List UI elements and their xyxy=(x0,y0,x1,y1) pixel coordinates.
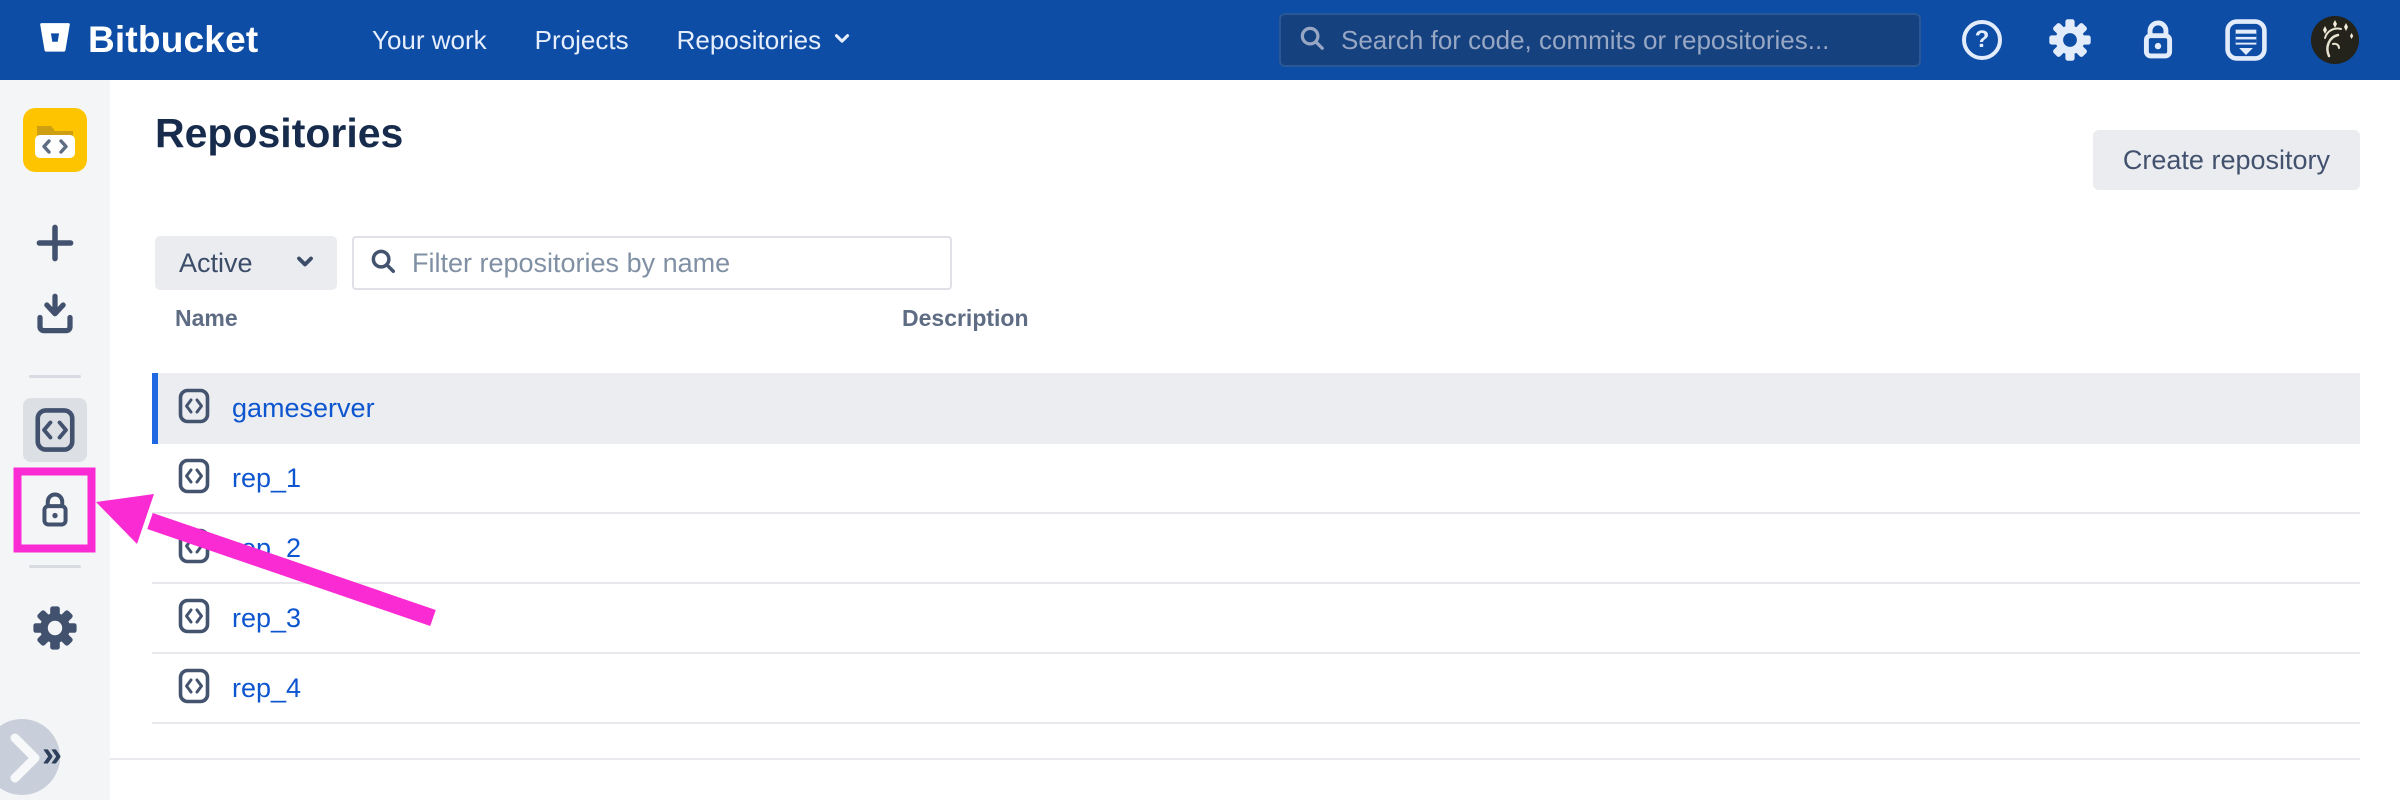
gear-icon xyxy=(31,604,79,652)
primary-nav: Your work Projects Repositories xyxy=(372,0,853,80)
page-title: Repositories xyxy=(155,110,403,157)
brand-name: Bitbucket xyxy=(88,19,258,61)
expand-chevron-icon[interactable] xyxy=(6,730,46,786)
code-icon xyxy=(32,407,78,453)
bitbucket-bucket-icon xyxy=(36,19,74,62)
help-icon[interactable]: ? xyxy=(1959,17,2005,63)
repo-table: gameserver rep_1 rep_2 xyxy=(152,373,2360,724)
content-bottom-divider xyxy=(110,758,2360,760)
status-filter-value: Active xyxy=(179,248,293,279)
search-icon xyxy=(368,246,398,281)
table-row[interactable]: rep_1 xyxy=(152,444,2360,514)
repo-filter-input[interactable] xyxy=(412,248,936,279)
main-content: Repositories Create repository Active Na… xyxy=(110,80,2400,800)
project-avatar[interactable] xyxy=(23,108,87,172)
repo-icon xyxy=(178,458,210,499)
topbar-icon-group: ? xyxy=(1959,0,2359,80)
sidebar: » xyxy=(0,80,110,800)
repo-filter[interactable] xyxy=(352,236,952,290)
table-row[interactable]: rep_2 xyxy=(152,514,2360,584)
global-search[interactable] xyxy=(1279,13,1921,67)
repo-icon xyxy=(178,598,210,639)
repo-link[interactable]: rep_3 xyxy=(232,603,301,634)
user-avatar[interactable] xyxy=(2311,16,2359,64)
clone-download-button[interactable] xyxy=(23,283,87,347)
top-navigation-bar: Bitbucket Your work Projects Repositorie… xyxy=(0,0,2400,80)
nav-projects[interactable]: Projects xyxy=(535,25,629,56)
chevron-down-icon xyxy=(831,25,853,56)
sidebar-item-security-lock[interactable] xyxy=(23,478,87,542)
bitbucket-logo[interactable]: Bitbucket xyxy=(36,0,258,80)
repo-icon xyxy=(178,668,210,709)
feedback-icon[interactable] xyxy=(2223,17,2269,63)
search-icon xyxy=(1297,23,1327,58)
column-header-description: Description xyxy=(902,305,1029,332)
table-row[interactable]: rep_4 xyxy=(152,654,2360,724)
column-header-name: Name xyxy=(175,305,238,332)
repo-link[interactable]: rep_4 xyxy=(232,673,301,704)
sidebar-item-repositories[interactable] xyxy=(23,398,87,462)
sidebar-divider xyxy=(29,375,81,378)
table-row[interactable]: gameserver xyxy=(152,373,2360,444)
global-search-input[interactable] xyxy=(1341,25,1903,56)
repo-link[interactable]: rep_2 xyxy=(232,533,301,564)
table-row[interactable]: rep_3 xyxy=(152,584,2360,654)
repo-icon xyxy=(178,528,210,569)
create-repository-button[interactable]: Create repository xyxy=(2093,130,2360,190)
repo-icon xyxy=(178,388,210,429)
sidebar-divider xyxy=(29,565,81,568)
repo-link[interactable]: gameserver xyxy=(232,393,375,424)
table-header: Name Description xyxy=(110,305,2360,345)
nav-repositories[interactable]: Repositories xyxy=(677,25,854,56)
status-filter-dropdown[interactable]: Active xyxy=(155,236,337,290)
chevron-down-icon xyxy=(293,249,317,278)
double-chevron-icon[interactable]: » xyxy=(42,736,62,772)
repo-link[interactable]: rep_1 xyxy=(232,463,301,494)
settings-gear-icon[interactable] xyxy=(2047,17,2093,63)
lock-icon[interactable] xyxy=(2135,17,2181,63)
lock-icon xyxy=(35,490,75,530)
sidebar-settings-gear[interactable] xyxy=(23,596,87,660)
create-plus-button[interactable] xyxy=(23,211,87,275)
nav-your-work[interactable]: Your work xyxy=(372,25,487,56)
